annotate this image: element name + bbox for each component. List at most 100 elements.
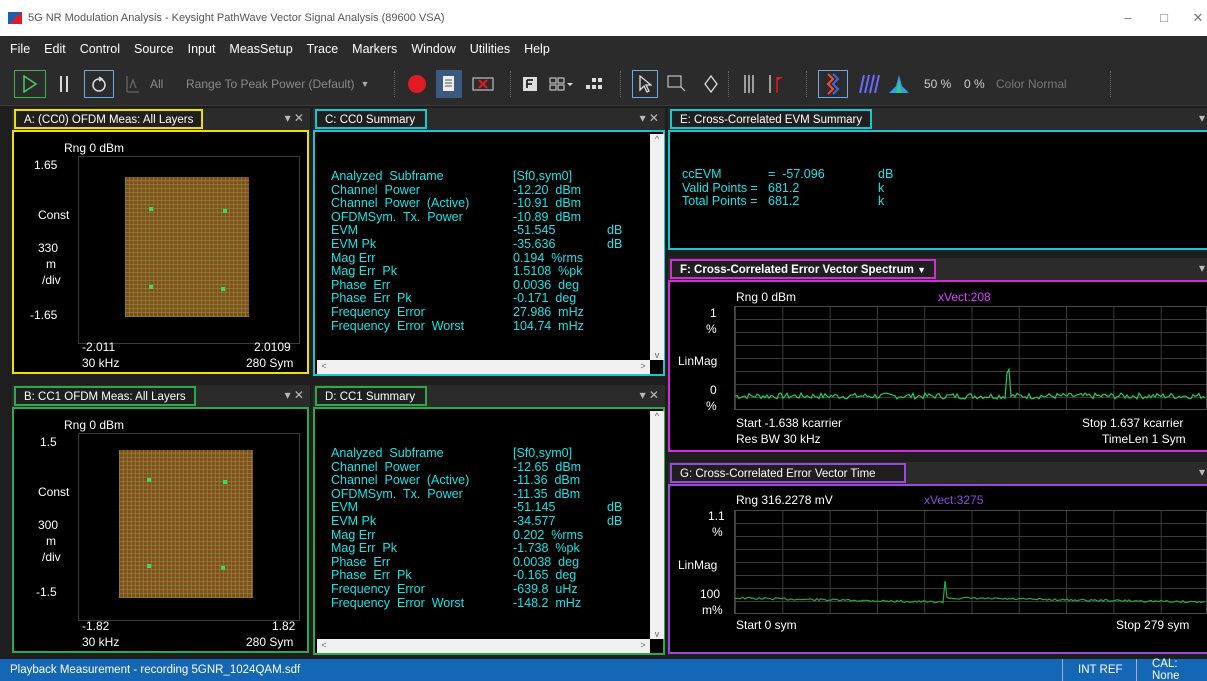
summary-cell: Total Points = xyxy=(682,194,758,209)
summary-cell: Analyzed Subframe xyxy=(331,446,444,460)
panel-a-xright: 2.0109 xyxy=(254,340,291,354)
panel-c-hscrollbar[interactable]: < > xyxy=(317,360,650,374)
menu-control[interactable]: Control xyxy=(80,42,120,56)
scroll-up-icon[interactable]: ^ xyxy=(650,134,664,144)
panel-a-controls[interactable]: ▾ ✕ xyxy=(285,111,304,125)
range-mode-dropdown[interactable]: All xyxy=(150,74,176,94)
density-icon[interactable] xyxy=(886,70,912,98)
menu-help[interactable]: Help xyxy=(524,42,550,56)
scroll-down-icon[interactable]: v xyxy=(650,350,664,360)
panel-d-tab[interactable]: D: CC1 Summary xyxy=(315,386,427,406)
summary-cell: dB xyxy=(607,237,623,251)
toolbar-separator xyxy=(806,71,808,97)
menu-trace[interactable]: Trace xyxy=(307,42,339,56)
panel-d-vscrollbar[interactable]: ^ v xyxy=(650,411,664,639)
speed-percent[interactable]: 50 % xyxy=(924,74,964,94)
restart-icon[interactable] xyxy=(84,70,114,98)
grid-icon[interactable] xyxy=(582,70,608,98)
int-ref-indicator[interactable]: INT REF xyxy=(1078,664,1123,676)
color-combo[interactable]: Color Normal xyxy=(996,74,1096,94)
zoom-icon[interactable] xyxy=(664,70,690,98)
panel-c-controls[interactable]: ▾ ✕ xyxy=(640,111,659,125)
panel-e-tab[interactable]: E: Cross-Correlated EVM Summary xyxy=(670,109,873,129)
constellation-pilot xyxy=(221,566,225,570)
summary-cell: Frequency Error Worst xyxy=(331,595,465,610)
scroll-right-icon[interactable]: > xyxy=(636,640,650,650)
menu-file[interactable]: File xyxy=(10,42,30,56)
panel-g-stop: Stop 279 sym xyxy=(1116,618,1190,632)
panel-g-tab[interactable]: G: Cross-Correlated Error Vector Time xyxy=(670,463,906,483)
copy-icon[interactable] xyxy=(436,70,462,98)
zero-percent[interactable]: 0 % xyxy=(964,74,994,94)
menu-edit[interactable]: Edit xyxy=(44,42,66,56)
panel-c-vscrollbar[interactable]: ^ v xyxy=(650,134,664,360)
menu-input[interactable]: Input xyxy=(188,42,216,56)
scroll-left-icon[interactable]: < xyxy=(317,361,331,371)
waterfall-icon[interactable] xyxy=(854,70,884,98)
summary-cell: 0.0038 deg xyxy=(513,554,580,569)
panel-f-ybottom-unit: % xyxy=(706,399,717,413)
spectrogram-icon[interactable] xyxy=(818,70,848,98)
panel-f-ytop-unit: % xyxy=(706,322,717,336)
toolbar-separator xyxy=(394,71,396,97)
panel-f-controls[interactable]: ▾ xyxy=(1199,261,1205,275)
menu-source[interactable]: Source xyxy=(134,42,174,56)
close-window-button[interactable]: ✕ xyxy=(1188,10,1207,26)
panel-d-hscrollbar[interactable]: < > xyxy=(317,639,650,653)
panel-a-plot-area xyxy=(78,156,300,344)
menu-markers[interactable]: Markers xyxy=(352,42,397,56)
summary-cell: Frequency Error xyxy=(331,305,425,319)
panel-e-controls[interactable]: ▾ xyxy=(1199,111,1205,125)
panel-c-header: C: CC0 Summary ▾ ✕ xyxy=(313,108,665,130)
pause-icon[interactable] xyxy=(54,70,74,98)
layout-icon[interactable] xyxy=(546,70,576,98)
constellation-pilot xyxy=(149,207,153,211)
constellation-pilot xyxy=(223,480,227,484)
panel-d-controls[interactable]: ▾ ✕ xyxy=(640,388,659,402)
panel-a-tab[interactable]: A: (CC0) OFDM Meas: All Layers xyxy=(14,109,204,129)
panel-f-start: Start -1.638 kcarrier xyxy=(736,416,843,430)
range-mode-label: All xyxy=(150,77,164,91)
panel-g-ytop: 1.1 xyxy=(708,509,725,523)
marker-icon[interactable] xyxy=(700,70,722,98)
toolbar-separator xyxy=(510,71,512,97)
scroll-right-icon[interactable]: > xyxy=(636,361,650,371)
panel-f-tab[interactable]: F: Cross-Correlated Error Vector Spectru… xyxy=(670,259,937,279)
autorange-icon[interactable] xyxy=(122,70,144,98)
menu-meassetup[interactable]: MeasSetup xyxy=(229,42,292,56)
panel-a-header: A: (CC0) OFDM Meas: All Layers ▾ ✕ xyxy=(12,108,310,130)
constellation-pilot xyxy=(223,209,227,213)
scroll-down-icon[interactable]: v xyxy=(650,629,664,639)
summary-cell: -1.738 %pk xyxy=(513,541,580,556)
scroll-up-icon[interactable]: ^ xyxy=(650,411,664,421)
pointer-icon[interactable] xyxy=(632,70,658,98)
range-combo[interactable]: Range To Peak Power (Default) ▼ xyxy=(186,74,376,94)
summary-cell: Channel Power (Active) xyxy=(331,473,470,488)
cal-indicator[interactable]: CAL: None xyxy=(1152,658,1207,681)
panel-c-tab[interactable]: C: CC0 Summary xyxy=(315,109,427,129)
panel-g-controls[interactable]: ▾ xyxy=(1199,465,1205,479)
maximize-button[interactable]: □ xyxy=(1154,10,1174,25)
summary-cell: -35.636 xyxy=(513,237,556,251)
summary-cell: k xyxy=(878,194,885,209)
scroll-left-icon[interactable]: < xyxy=(317,640,331,650)
panel-g-ybottom: 100 xyxy=(700,587,721,601)
play-icon[interactable] xyxy=(14,70,46,98)
panel-b-controls[interactable]: ▾ ✕ xyxy=(285,388,304,402)
summary-cell: EVM Pk xyxy=(331,514,377,528)
panel-g-marker-readout: xVect:3275 xyxy=(924,493,984,507)
bars-icon[interactable] xyxy=(738,70,760,98)
panel-b-body: Rng 0 dBm 1.5 Const 300 m /div -1.5 -1.8… xyxy=(12,407,309,653)
summary-cell: -11.35 dBm xyxy=(513,486,581,501)
summary-cell: EVM xyxy=(331,223,359,238)
constellation-pilot xyxy=(221,287,225,291)
menu-utilities[interactable]: Utilities xyxy=(470,42,510,56)
f-icon[interactable] xyxy=(520,70,540,98)
menu-window[interactable]: Window xyxy=(411,42,455,56)
panel-f-trace xyxy=(735,367,1206,401)
minimize-button[interactable]: – xyxy=(1118,10,1138,25)
peak-icon[interactable] xyxy=(764,70,790,98)
clear-icon[interactable] xyxy=(470,70,496,98)
panel-b-tab[interactable]: B: CC1 OFDM Meas: All Layers xyxy=(14,386,196,406)
record-icon[interactable] xyxy=(404,70,430,98)
